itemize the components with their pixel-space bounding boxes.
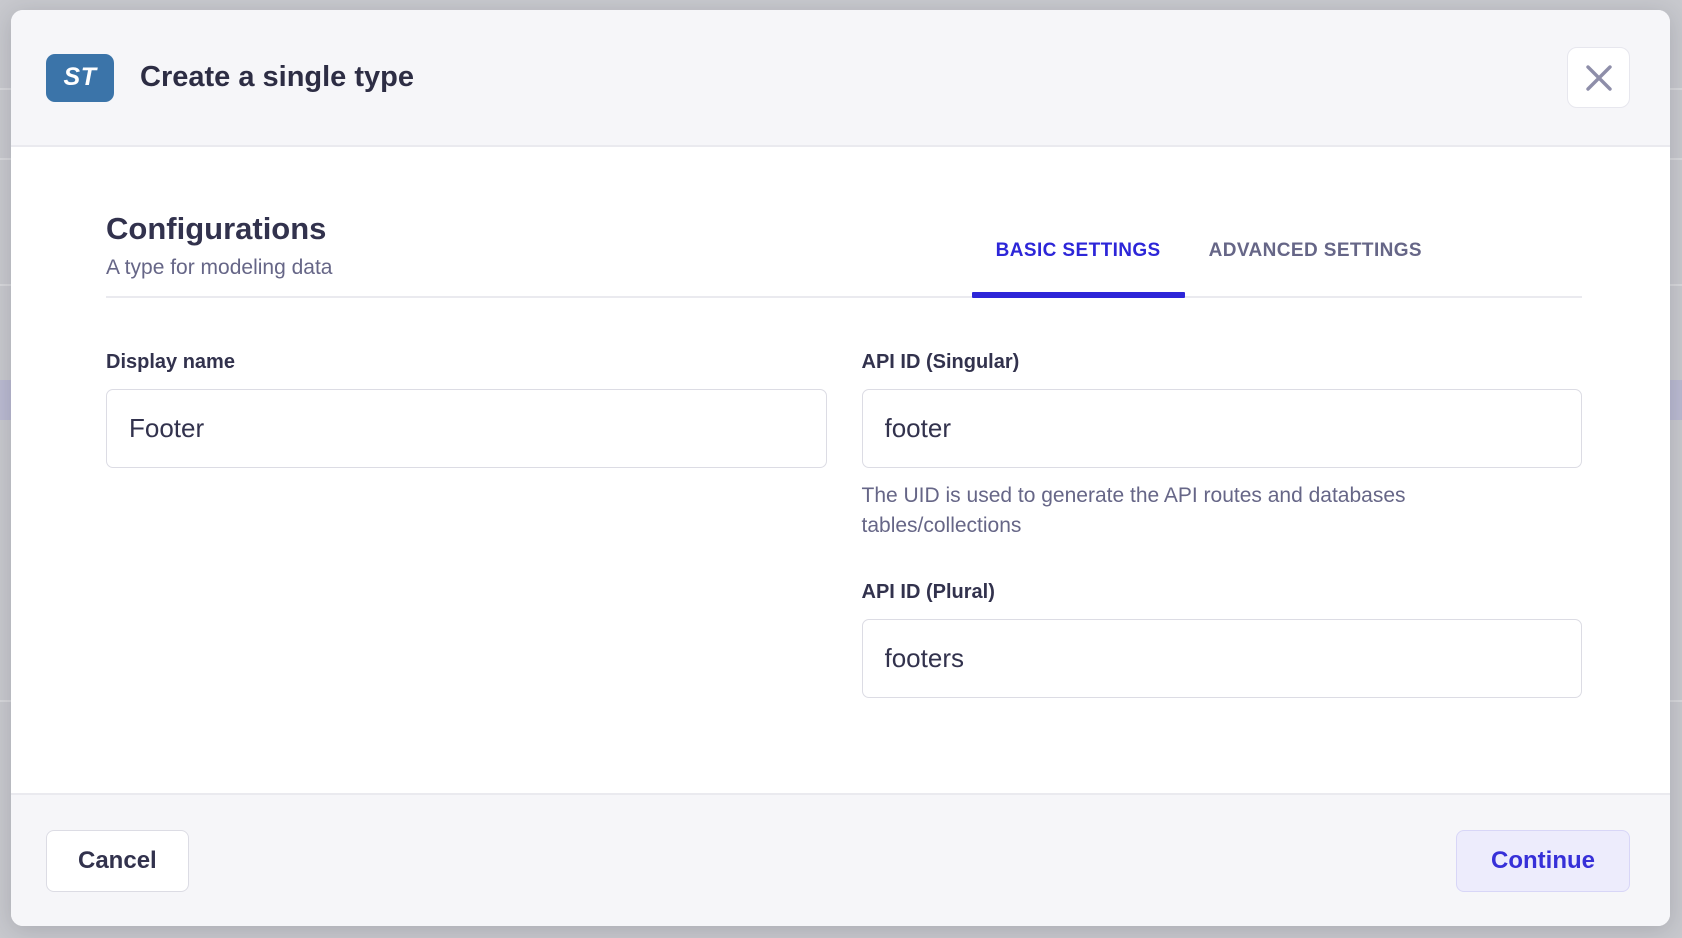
modal-footer: Cancel Continue [11, 793, 1670, 926]
modal-title: Create a single type [140, 61, 414, 94]
create-single-type-modal: ST Create a single type Configurations A… [11, 10, 1670, 926]
api-id-field-column: API ID (Singular) The UID is used to gen… [862, 351, 1583, 698]
page-title: Configurations [106, 211, 332, 247]
single-type-icon: ST [46, 54, 114, 102]
configuration-form: Display name API ID (Singular) The UID i… [106, 351, 1582, 698]
api-id-singular-input[interactable] [862, 389, 1583, 468]
page-subtitle: A type for modeling data [106, 256, 332, 280]
display-name-input[interactable] [106, 389, 827, 468]
modal-header: ST Create a single type [11, 10, 1670, 147]
api-id-singular-hint: The UID is used to generate the API rout… [862, 481, 1502, 541]
configurations-heading-block: Configurations A type for modeling data [106, 211, 332, 296]
settings-tabs: BASIC SETTINGS ADVANCED SETTINGS [972, 240, 1446, 296]
close-button[interactable] [1567, 47, 1630, 108]
display-name-field-group: Display name [106, 351, 827, 698]
continue-button[interactable]: Continue [1456, 830, 1630, 892]
display-name-label: Display name [106, 351, 827, 374]
api-id-singular-label: API ID (Singular) [862, 351, 1583, 374]
configurations-header-row: Configurations A type for modeling data … [106, 211, 1582, 298]
cancel-button[interactable]: Cancel [46, 830, 189, 892]
tab-advanced-settings[interactable]: ADVANCED SETTINGS [1185, 240, 1446, 296]
tab-basic-settings[interactable]: BASIC SETTINGS [972, 240, 1185, 296]
api-id-plural-input[interactable] [862, 619, 1583, 698]
close-icon [1586, 65, 1612, 91]
api-id-plural-field-group: API ID (Plural) [862, 581, 1583, 698]
modal-body: Configurations A type for modeling data … [11, 147, 1670, 793]
api-id-plural-label: API ID (Plural) [862, 581, 1583, 604]
